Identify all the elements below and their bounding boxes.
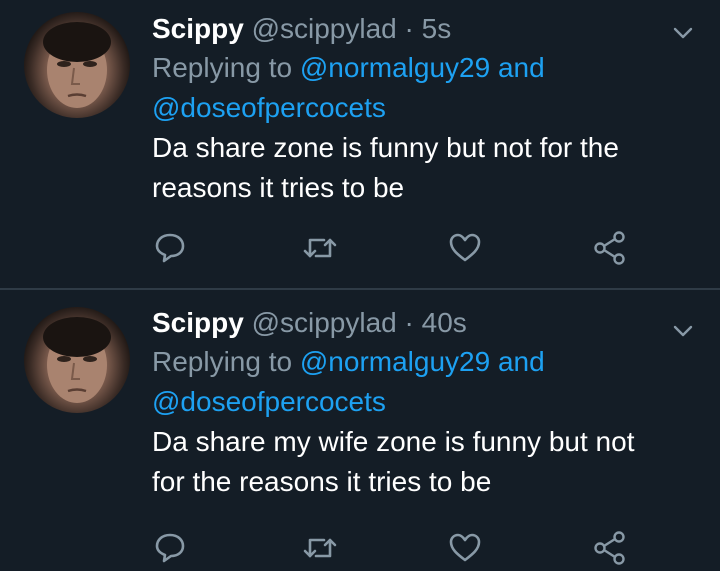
tweet-actions xyxy=(150,528,650,568)
user-handle[interactable]: @scippylad xyxy=(252,13,397,44)
separator-dot: · xyxy=(404,307,414,338)
tweet-content: Scippy @scippylad · 5s Replying to @norm… xyxy=(152,10,700,208)
replying-to-continued: @doseofpercocets xyxy=(152,88,700,128)
display-name[interactable]: Scippy xyxy=(152,307,244,338)
mention-link[interactable]: @normalguy29 xyxy=(300,346,490,377)
replying-to: Replying to @normalguy29 and xyxy=(152,48,700,88)
mention-joiner[interactable]: and xyxy=(498,52,545,83)
timestamp[interactable]: 40s xyxy=(422,307,467,338)
avatar[interactable] xyxy=(24,12,130,118)
tweet-content: Scippy @scippylad · 40s Replying to @nor… xyxy=(152,304,700,502)
heart-icon[interactable] xyxy=(445,528,485,568)
mention-link[interactable]: @normalguy29 xyxy=(300,52,490,83)
replying-prefix: Replying to xyxy=(152,52,293,83)
tweet-text-line: for the reasons it tries to be xyxy=(152,466,492,497)
tweet[interactable]: Scippy @scippylad · 5s Replying to @norm… xyxy=(0,0,720,289)
mention-link[interactable]: @doseofpercocets xyxy=(152,92,386,123)
reply-icon[interactable] xyxy=(150,528,190,568)
tweet-text-line: Da share zone is funny but not for the xyxy=(152,132,619,163)
retweet-icon[interactable] xyxy=(300,528,340,568)
tweet-header: Scippy @scippylad · 40s xyxy=(152,304,700,342)
replying-to-continued: @doseofpercocets xyxy=(152,382,700,422)
tweet-actions xyxy=(150,228,650,268)
share-icon[interactable] xyxy=(590,228,630,268)
chevron-down-icon[interactable] xyxy=(672,320,694,342)
heart-icon[interactable] xyxy=(445,228,485,268)
mention-link[interactable]: @doseofpercocets xyxy=(152,386,386,417)
display-name[interactable]: Scippy xyxy=(152,13,244,44)
retweet-icon[interactable] xyxy=(300,228,340,268)
tweet-feed: Scippy @scippylad · 5s Replying to @norm… xyxy=(0,0,720,571)
separator-dot: · xyxy=(404,13,414,44)
avatar-face-image xyxy=(43,317,111,403)
tweet-text-line: Da share my wife zone is funny but not xyxy=(152,426,635,457)
replying-prefix: Replying to xyxy=(152,346,293,377)
avatar-face-image xyxy=(43,22,111,108)
tweet-header: Scippy @scippylad · 5s xyxy=(152,10,700,48)
reply-icon[interactable] xyxy=(150,228,190,268)
chevron-down-icon[interactable] xyxy=(672,22,694,44)
tweet-text-line: reasons it tries to be xyxy=(152,172,405,203)
timestamp[interactable]: 5s xyxy=(422,13,452,44)
share-icon[interactable] xyxy=(590,528,630,568)
user-handle[interactable]: @scippylad xyxy=(252,307,397,338)
tweet[interactable]: Scippy @scippylad · 40s Replying to @nor… xyxy=(0,290,720,571)
replying-to: Replying to @normalguy29 and xyxy=(152,342,700,382)
mention-joiner[interactable]: and xyxy=(498,346,545,377)
avatar[interactable] xyxy=(24,307,130,413)
